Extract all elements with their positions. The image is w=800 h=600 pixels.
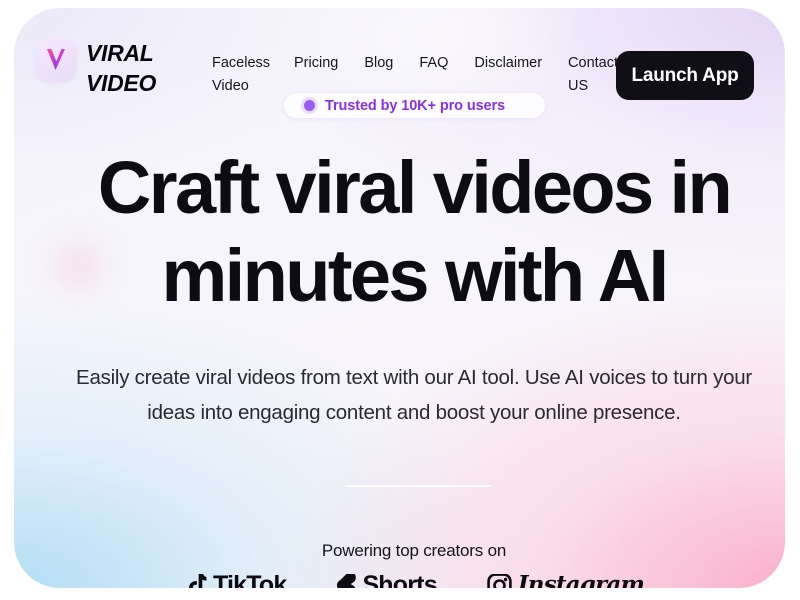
nav-item-blog[interactable]: Blog <box>364 52 393 75</box>
instagram-camera-icon <box>487 574 512 588</box>
page-viewport: VIRAL VIDEO Faceless Video Pricing Blog … <box>0 0 800 600</box>
trusted-by-badge[interactable]: Trusted by 10K+ pro users <box>283 92 546 119</box>
brand-name-line1: VIRAL <box>86 40 154 66</box>
logo-instagram: Instagram <box>487 574 645 588</box>
trusted-by-badge-label: Trusted by 10K+ pro users <box>325 97 506 114</box>
section-divider <box>345 485 491 487</box>
logo-shorts-label: Shorts <box>362 574 437 588</box>
launch-app-button[interactable]: Launch App <box>616 51 754 100</box>
youtube-shorts-icon <box>337 574 357 588</box>
nav-item-faceless-video[interactable]: Faceless Video <box>212 52 270 98</box>
logo-tiktok-label: TikTok <box>212 574 287 588</box>
logo-instagram-label: Instagram <box>517 574 645 588</box>
hero-card: VIRAL VIDEO Faceless Video Pricing Blog … <box>14 8 785 588</box>
hero-headline: Craft viral videos in minutes with AI <box>14 144 785 320</box>
v-checkmark-logo-icon <box>36 38 76 82</box>
nav-item-pricing[interactable]: Pricing <box>294 52 338 75</box>
logo-tiktok: TikTok <box>184 574 287 588</box>
nav-item-disclaimer[interactable]: Disclaimer <box>474 52 542 75</box>
hero-subtext-line-1: Easily create viral videos from text wit… <box>76 366 752 389</box>
logo-shorts: Shorts <box>336 574 438 588</box>
hero-subtext-line-2: ideas into engaging content and boost yo… <box>147 401 681 424</box>
hero-subtext: Easily create viral videos from text wit… <box>14 360 785 430</box>
tiktok-note-icon <box>189 574 207 588</box>
social-proof-logos: TikTok Shorts Instagram <box>14 574 785 588</box>
brand-name-line2: VIDEO <box>86 70 157 96</box>
hero-headline-line-2: minutes with AI <box>161 234 669 317</box>
brand-logo[interactable]: VIRAL VIDEO <box>36 38 156 98</box>
badge-dot-icon <box>304 100 315 111</box>
social-proof-label: Powering top creators on <box>321 541 507 560</box>
nav-item-faq[interactable]: FAQ <box>419 52 448 75</box>
nav-item-contact-us[interactable]: Contact US <box>568 52 618 98</box>
brand-name: VIRAL VIDEO <box>86 38 156 98</box>
hero-headline-line-1: Craft viral videos in <box>97 146 733 229</box>
